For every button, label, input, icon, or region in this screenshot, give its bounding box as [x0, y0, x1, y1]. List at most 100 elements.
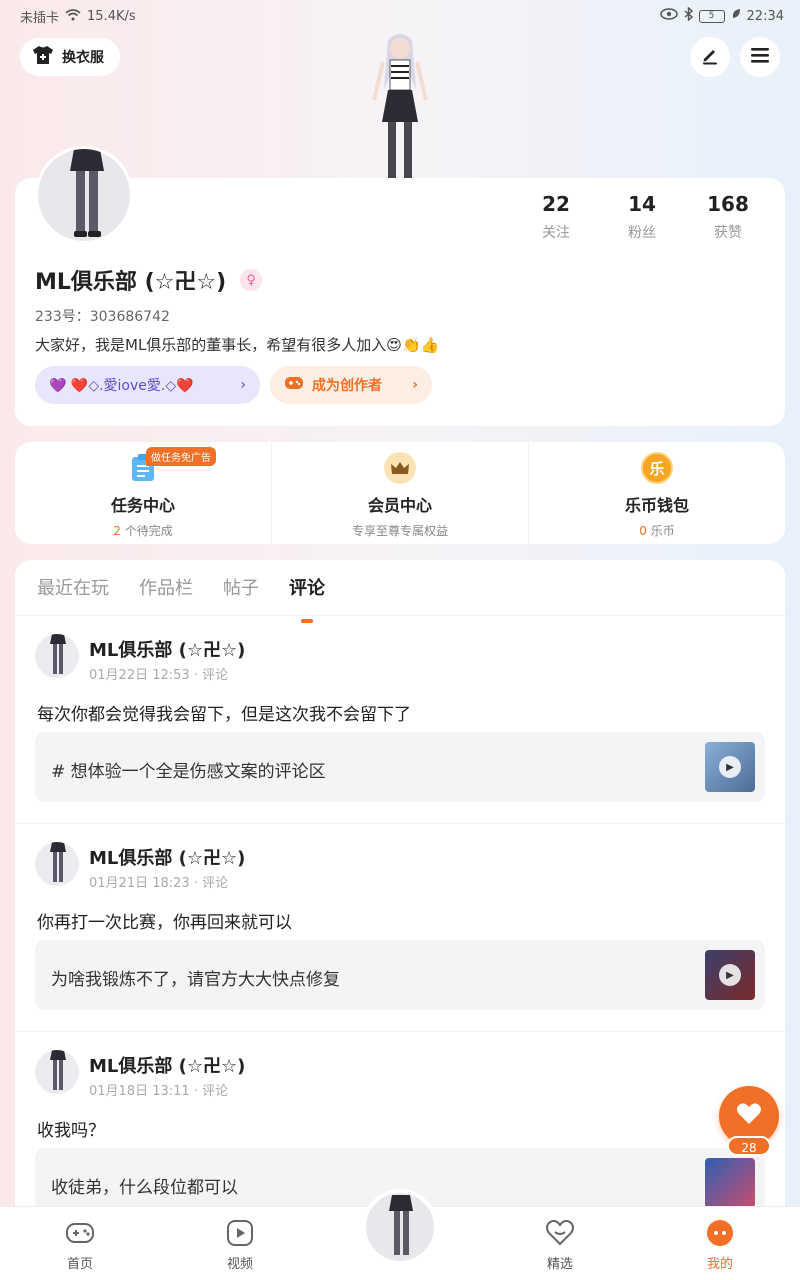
- wardrobe-label: 换衣服: [62, 50, 104, 66]
- comment-text: 收我吗？: [37, 1121, 105, 1141]
- comment-author: ML俱乐部 (☆卍☆): [89, 1056, 246, 1077]
- avatar[interactable]: [35, 634, 79, 678]
- task-pending-text: 个待完成: [120, 524, 173, 538]
- comment-item[interactable]: ML俱乐部 (☆卍☆) 01月21日 18:23 · 评论 你再打一次比赛，你再…: [15, 824, 785, 1032]
- nav-home[interactable]: 首页: [40, 1217, 120, 1272]
- gender-female-icon: ♀: [240, 269, 263, 291]
- nav-mine-label: 我的: [706, 1257, 733, 1272]
- username: ML俱乐部 (☆卍☆): [35, 270, 227, 295]
- nav-avatar[interactable]: [362, 1189, 438, 1265]
- stat-likes-value: 168: [707, 192, 749, 216]
- stat-following-label: 关注: [542, 225, 570, 241]
- content-panel: 最近在玩 作品栏 帖子 评论 ML俱乐部 (☆卍☆) 01月22日 12:53 …: [15, 560, 785, 1280]
- leaf-icon: [731, 8, 741, 24]
- stat-following[interactable]: 22 关注: [513, 192, 599, 242]
- image-thumbnail: [705, 1158, 755, 1208]
- status-bar: 未插卡 15.4K/s 5 22:34: [0, 0, 800, 32]
- referenced-post-title: 为啥我锻炼不了，请官方大大快点修复: [51, 970, 340, 990]
- medal-pill[interactable]: 💜 ❤️◇.愛iove愛.◇❤️ ›: [35, 366, 260, 404]
- nav-mine[interactable]: 我的: [680, 1217, 760, 1272]
- stat-followers-value: 14: [628, 192, 656, 216]
- feature-row: 做任务免广告 任务中心 2 个待完成 会员中心 专享至尊专属权益 乐 乐币钱包 …: [15, 442, 785, 544]
- profile-pills: 💜 ❤️◇.愛iove愛.◇❤️ › 成为创作者 ›: [35, 366, 432, 404]
- heart-icon: [736, 1102, 762, 1130]
- medal-pill-label: 💜 ❤️◇.愛iove愛.◇❤️: [49, 378, 194, 394]
- like-count: 28: [727, 1136, 771, 1156]
- no-ads-badge: 做任务免广告: [146, 447, 216, 466]
- comment-meta: 01月21日 18:23 · 评论: [89, 876, 229, 891]
- coin-icon: 乐: [641, 452, 673, 484]
- gamepad-icon: [284, 375, 304, 395]
- referenced-post[interactable]: # 想体验一个全是伤感文案的评论区 ▶: [35, 732, 765, 802]
- vip-center[interactable]: 会员中心 专享至尊专属权益: [271, 442, 528, 544]
- video-thumbnail: ▶: [705, 950, 755, 1000]
- crown-icon: [384, 452, 416, 484]
- user-bio: 大家好，我是ML俱乐部的董事长，希望有很多人加入😍👏👍: [35, 336, 440, 354]
- network-speed: 15.4K/s: [87, 9, 136, 24]
- stat-followers[interactable]: 14 粉丝: [599, 192, 685, 242]
- comment-meta: 01月18日 13:11 · 评论: [89, 1084, 229, 1099]
- avatar[interactable]: [35, 146, 133, 244]
- coin-wallet-sub: 0 乐币: [639, 522, 674, 539]
- referenced-post[interactable]: 为啥我锻炼不了，请官方大大快点修复 ▶: [35, 940, 765, 1010]
- play-icon: [224, 1217, 256, 1249]
- referenced-post-title: # 想体验一个全是伤感文案的评论区: [51, 762, 326, 782]
- menu-icon: [750, 46, 770, 68]
- wardrobe-button[interactable]: 换衣服: [20, 38, 120, 76]
- nav-video[interactable]: 视频: [200, 1217, 280, 1272]
- video-thumbnail: ▶: [705, 742, 755, 792]
- task-center-sub: 2 个待完成: [113, 522, 172, 539]
- avatar-figure[interactable]: [360, 30, 440, 180]
- tab-recent-played[interactable]: 最近在玩: [37, 574, 109, 615]
- task-center-title: 任务中心: [110, 496, 175, 515]
- comment-author: ML俱乐部 (☆卍☆): [89, 848, 246, 869]
- chevron-right-icon: ›: [240, 377, 246, 393]
- stat-following-value: 22: [542, 192, 570, 216]
- play-icon: ▶: [719, 756, 741, 778]
- pencil-icon: [700, 45, 720, 69]
- profile-card: 22 关注 14 粉丝 168 获赞 ML俱乐部 (☆卍☆) ♀ 233号：30…: [15, 146, 785, 426]
- heart-icon: [544, 1217, 576, 1249]
- nav-video-label: 视频: [226, 1257, 253, 1272]
- face-icon: [704, 1217, 736, 1249]
- tab-works[interactable]: 作品栏: [139, 574, 193, 615]
- comment-author: ML俱乐部 (☆卍☆): [89, 640, 246, 661]
- avatar[interactable]: [35, 842, 79, 886]
- sim-status: 未插卡: [20, 11, 60, 26]
- user-id: 233号：303686742: [35, 309, 170, 325]
- chevron-right-icon: ›: [412, 377, 418, 393]
- task-center[interactable]: 做任务免广告 任务中心 2 个待完成: [15, 442, 271, 544]
- stat-likes-label: 获赞: [714, 225, 742, 241]
- comment-text: 你再打一次比赛，你再回来就可以: [37, 913, 292, 933]
- task-pending-count: 2: [113, 524, 121, 538]
- clock-time: 22:34: [746, 8, 784, 24]
- avatar[interactable]: [35, 1050, 79, 1094]
- vip-center-title: 会员中心: [367, 496, 432, 515]
- nav-home-label: 首页: [66, 1257, 93, 1272]
- coin-unit: 乐币: [646, 524, 675, 538]
- stat-likes[interactable]: 168 获赞: [685, 192, 771, 242]
- username-row: ML俱乐部 (☆卍☆) ♀: [35, 264, 263, 296]
- gamepad-icon: [64, 1217, 96, 1249]
- edit-profile-button[interactable]: [690, 37, 730, 77]
- comment-meta: 01月22日 12:53 · 评论: [89, 668, 229, 683]
- become-creator-button[interactable]: 成为创作者 ›: [270, 366, 432, 404]
- content-tabs: 最近在玩 作品栏 帖子 评论: [15, 560, 785, 623]
- comment-item[interactable]: ML俱乐部 (☆卍☆) 01月22日 12:53 · 评论 每次你都会觉得我会留…: [15, 616, 785, 824]
- coin-wallet-title: 乐币钱包: [624, 496, 689, 515]
- become-creator-label: 成为创作者: [312, 378, 382, 394]
- menu-button[interactable]: [740, 37, 780, 77]
- eye-icon: [659, 8, 678, 24]
- profile-stats: 22 关注 14 粉丝 168 获赞: [513, 192, 771, 242]
- stat-followers-label: 粉丝: [628, 225, 656, 241]
- coin-wallet[interactable]: 乐 乐币钱包 0 乐币: [528, 442, 785, 544]
- nav-featured[interactable]: 精选: [520, 1217, 600, 1272]
- battery-icon: 5: [698, 9, 725, 23]
- nav-featured-label: 精选: [546, 1257, 573, 1272]
- tab-comments[interactable]: 评论: [289, 574, 325, 623]
- comment-text: 每次你都会觉得我会留下，但是这次我不会留下了: [37, 705, 411, 725]
- tab-posts[interactable]: 帖子: [223, 574, 259, 615]
- referenced-post-title: 收徒弟，什么段位都可以: [51, 1178, 238, 1198]
- coin-balance: 0: [639, 524, 647, 538]
- avatar: [366, 1193, 434, 1261]
